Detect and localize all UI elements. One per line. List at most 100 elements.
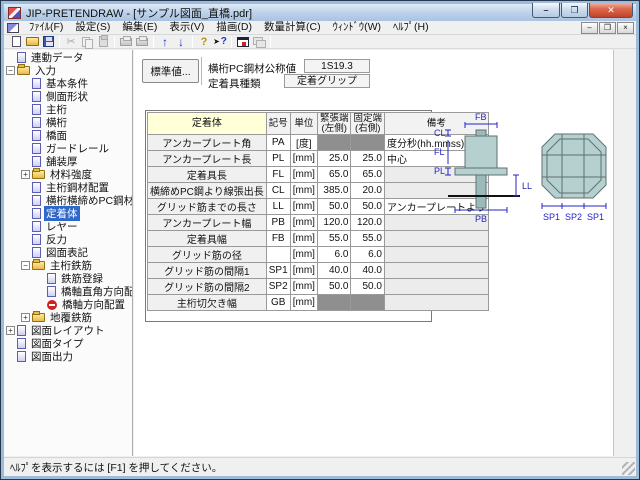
document-icon	[32, 91, 41, 102]
status-text: ﾍﾙﾌﾟを表示するには [F1] を押してください。	[10, 460, 222, 475]
document-icon	[32, 182, 41, 193]
cell-right[interactable]: 50.0	[351, 279, 385, 295]
mdi-restore-button[interactable]: ❐	[599, 22, 616, 34]
menu-bar: ﾌｧｲﾙ(F) 設定(S) 編集(E) 表示(V) 描画(D) 数量計算(C) …	[4, 21, 636, 35]
expand-icon[interactable]: +	[6, 326, 15, 335]
toolbar-separator	[231, 36, 232, 48]
menu-draw[interactable]: 描画(D)	[210, 21, 258, 34]
close-button[interactable]: ✕	[589, 3, 633, 18]
col-header-symbol: 記号	[266, 113, 290, 135]
copy-icon	[82, 37, 92, 47]
dim-label-sp1-left: SP1	[543, 212, 560, 222]
new-button[interactable]	[8, 35, 24, 48]
toolbar-separator	[59, 36, 60, 48]
cell-right[interactable]: 25.0	[351, 151, 385, 167]
menu-view[interactable]: 表示(V)	[163, 21, 210, 34]
cell-right[interactable]: 20.0	[351, 183, 385, 199]
anchor-plate-shape	[455, 168, 507, 175]
resize-grip[interactable]	[622, 462, 635, 475]
tree-item-drawing-output[interactable]: 図面出力	[4, 350, 132, 363]
print-button	[118, 35, 134, 48]
print-icon	[120, 38, 132, 46]
maximize-button[interactable]: ❐	[561, 3, 588, 18]
cut-button: ✂	[63, 35, 79, 48]
menu-window[interactable]: ｳｨﾝﾄﾞｳ(W)	[327, 21, 387, 34]
cell-note[interactable]	[384, 279, 488, 295]
title-bar: JIP-PRETENDRAW - [サンプル図面_直橋.pdr] – ❐ ✕	[4, 4, 636, 21]
table-row: グリッド筋の径 [mm] 6.0 6.0	[148, 247, 489, 263]
help-button[interactable]: ?	[196, 35, 212, 48]
col-header-tension-end: 緊張端(左側)	[317, 113, 351, 135]
menu-quantity[interactable]: 数量計算(C)	[258, 21, 327, 34]
mdi-close-button[interactable]: ×	[617, 22, 634, 34]
open-button[interactable]	[24, 35, 40, 48]
document-icon	[32, 221, 41, 232]
cell-left[interactable]: 6.0	[317, 247, 351, 263]
cell-left[interactable]: 120.0	[317, 215, 351, 231]
new-document-icon	[12, 36, 21, 47]
dim-label-pl: PL	[434, 166, 445, 176]
menu-settings[interactable]: 設定(S)	[69, 21, 116, 34]
window-title: JIP-PRETENDRAW - [サンプル図面_直橋.pdr]	[26, 5, 252, 21]
window-view-button[interactable]	[235, 35, 251, 48]
pc-steel-nominal-value[interactable]: 1S19.3	[304, 59, 370, 73]
cell-left[interactable]: 25.0	[317, 151, 351, 167]
move-down-button[interactable]: ↓	[173, 35, 189, 48]
cell-left[interactable]: 65.0	[317, 167, 351, 183]
cell-right[interactable]: 120.0	[351, 215, 385, 231]
document-icon	[32, 247, 41, 258]
menu-file[interactable]: ﾌｧｲﾙ(F)	[23, 21, 69, 34]
strand-shape	[476, 175, 486, 208]
cell-note[interactable]	[384, 247, 488, 263]
cell-left[interactable]: 50.0	[317, 199, 351, 215]
mdi-child-icon[interactable]	[7, 23, 19, 33]
folder-icon	[32, 170, 45, 179]
print-preview-icon	[136, 38, 148, 46]
cell-right[interactable]: 50.0	[351, 199, 385, 215]
save-button[interactable]	[40, 35, 56, 48]
minimize-button[interactable]: –	[532, 3, 560, 18]
content-panel: 標準値... 横桁PC鋼材公称値 1S19.3 定着具種類 定着グリップ 定着体…	[134, 50, 614, 456]
table-row: グリッド筋の間隔2 SP2 [mm] 50.0 50.0	[148, 279, 489, 295]
dim-label-sp1-right: SP1	[587, 212, 604, 222]
document-icon	[32, 143, 41, 154]
anchor-type-label: 定着具種類	[208, 76, 261, 91]
standard-value-button[interactable]: 標準値...	[142, 59, 199, 83]
cascade-button	[251, 35, 267, 48]
strand-cap-shape	[476, 130, 486, 136]
context-help-button[interactable]: ➤?	[212, 35, 228, 48]
cell-right[interactable]: 55.0	[351, 231, 385, 247]
tree-item-linked-data[interactable]: 連動データ	[4, 51, 132, 64]
cell-left[interactable]: 50.0	[317, 279, 351, 295]
document-icon	[32, 78, 41, 89]
app-icon	[8, 7, 21, 19]
expand-icon[interactable]: +	[21, 170, 30, 179]
cell-note[interactable]	[384, 295, 488, 311]
move-up-button[interactable]: ↑	[157, 35, 173, 48]
mdi-minimize-button[interactable]: –	[581, 22, 598, 34]
print-preview-button	[134, 35, 150, 48]
help-icon: ?	[201, 36, 208, 48]
folder-icon	[32, 313, 45, 322]
collapse-icon[interactable]: −	[21, 261, 30, 270]
menu-help[interactable]: ﾍﾙﾌﾟ(H)	[387, 21, 435, 34]
document-icon	[32, 234, 41, 245]
dim-label-fb: FB	[475, 112, 487, 122]
cell-left[interactable]: 55.0	[317, 231, 351, 247]
cell-right[interactable]: 40.0	[351, 263, 385, 279]
anchor-type-value[interactable]: 定着グリップ	[284, 74, 370, 88]
cell-right[interactable]: 6.0	[351, 247, 385, 263]
cell-right[interactable]: 65.0	[351, 167, 385, 183]
document-icon	[17, 338, 26, 349]
dim-label-fl: FL	[434, 147, 445, 157]
cell-note[interactable]	[384, 263, 488, 279]
dim-label-pb: PB	[475, 214, 487, 224]
document-icon	[32, 156, 41, 167]
cell-left[interactable]: 385.0	[317, 183, 351, 199]
expand-icon[interactable]: +	[21, 313, 30, 322]
menu-edit[interactable]: 編集(E)	[116, 21, 163, 34]
cell-left[interactable]: 40.0	[317, 263, 351, 279]
collapse-icon[interactable]: −	[6, 66, 15, 75]
anchor-grip-shape	[465, 136, 497, 168]
anchorage-diagram: FB CL FL PL LL PB	[434, 110, 610, 236]
